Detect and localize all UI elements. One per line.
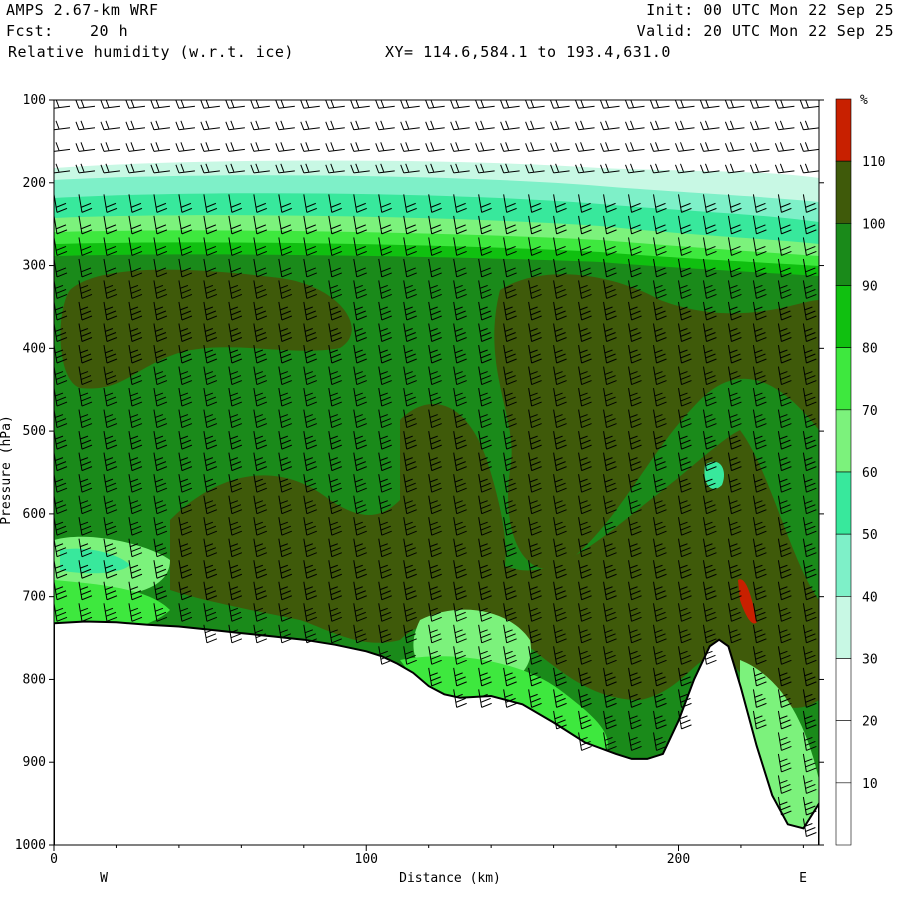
x-tick-label: 100: [355, 852, 378, 867]
colorbar-label: 30: [862, 653, 878, 668]
rh-band-dry-top: [54, 100, 819, 170]
colorbar-label: 40: [862, 590, 878, 605]
colorbar-swatch: [835, 409, 852, 473]
y-tick-label: 200: [23, 176, 46, 191]
y-tick-label: 600: [23, 507, 46, 522]
x-axis-label: Distance (km): [399, 871, 501, 886]
y-tick-label: 100: [23, 93, 46, 108]
colorbar-swatch: [835, 658, 852, 721]
y-tick-label: 700: [23, 590, 46, 605]
colorbar-swatch: [835, 98, 852, 162]
colorbar-swatch: [835, 285, 852, 348]
colorbar-swatch: [835, 160, 852, 224]
colorbar-label: 90: [862, 280, 878, 295]
colorbar: 10 20 30 40 50 60 70 80 90 100 110: [835, 98, 885, 846]
colorbar-swatch: [835, 533, 852, 597]
y-tick-label: 900: [23, 755, 46, 770]
cross-section-chart: 1002003004005006007008009001000 0 100 200 …: [0, 93, 885, 886]
colorbar-label: 100: [862, 217, 885, 232]
x-axis: 0 100 200: [50, 845, 804, 867]
y-tick-label: 400: [23, 341, 46, 356]
colorbar-label: 70: [862, 404, 878, 419]
colorbar-label: 10: [862, 777, 878, 792]
x-end-label-west: W: [100, 871, 108, 886]
x-tick-label: 0: [50, 852, 58, 867]
y-tick-label: 500: [23, 424, 46, 439]
rh-field: [54, 100, 819, 845]
colorbar-swatch: [835, 223, 852, 286]
colorbar-swatch: [835, 782, 852, 846]
colorbar-swatch: [835, 347, 852, 411]
colorbar-label: 50: [862, 528, 878, 543]
y-tick-label: 1000: [15, 838, 46, 853]
colorbar-swatch: [835, 596, 852, 659]
y-tick-label: 300: [23, 259, 46, 274]
y-axis-label: Pressure (hPa): [0, 415, 14, 525]
colorbar-label: 80: [862, 342, 878, 357]
colorbar-label: 20: [862, 715, 878, 730]
colorbar-label: 60: [862, 466, 878, 481]
x-tick-label: 200: [667, 852, 690, 867]
colorbar-label: 110: [862, 155, 885, 170]
x-end-label-east: E: [799, 871, 807, 886]
colorbar-swatch: [835, 471, 852, 535]
colorbar-swatch: [835, 720, 852, 784]
colorbar-unit: %: [860, 93, 868, 108]
y-tick-label: 800: [23, 672, 46, 687]
